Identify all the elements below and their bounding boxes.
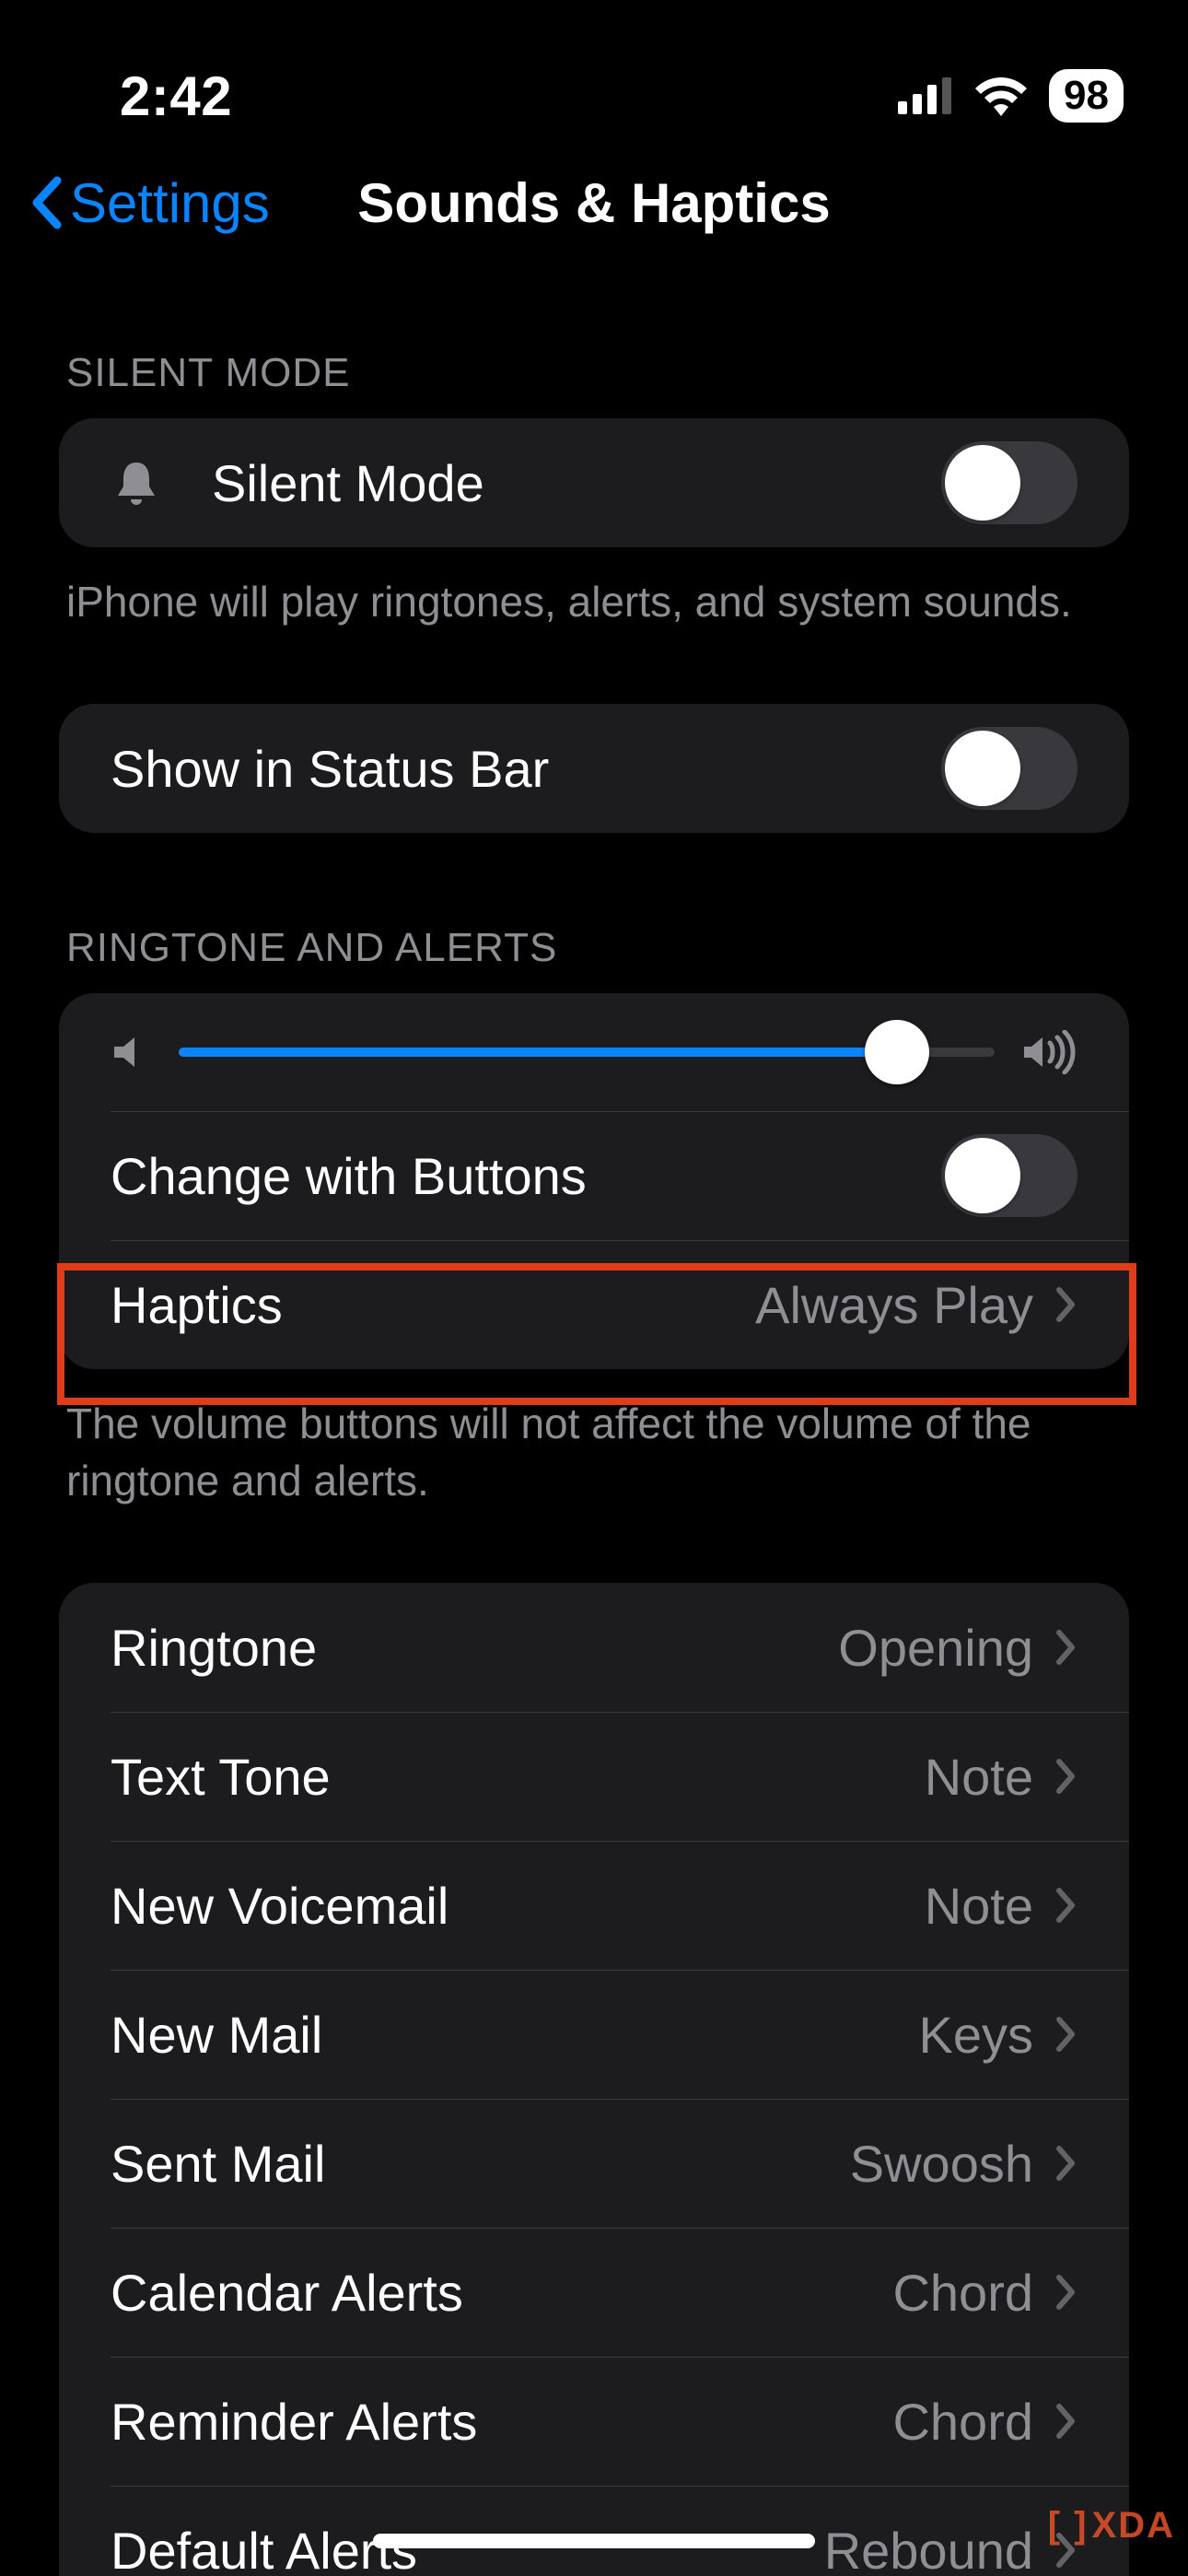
row-change-with-buttons[interactable]: Change with Buttons: [59, 1111, 1129, 1240]
chevron-right-icon: [1055, 1286, 1077, 1323]
chevron-right-icon: [1055, 1758, 1077, 1795]
chevron-left-icon: [29, 175, 66, 230]
haptics-label: Haptics: [111, 1275, 755, 1335]
change-buttons-toggle[interactable]: [941, 1134, 1077, 1217]
group-ringtone: Change with Buttons Haptics Always Play: [59, 993, 1129, 1369]
back-button[interactable]: Settings: [29, 171, 270, 235]
row-show-statusbar[interactable]: Show in Status Bar: [59, 704, 1129, 833]
show-statusbar-label: Show in Status Bar: [111, 739, 941, 799]
status-bar: 2:42 98: [0, 0, 1188, 147]
sound-label: New Voicemail: [111, 1876, 925, 1936]
chevron-right-icon: [1055, 2403, 1077, 2440]
row-sound-text-tone[interactable]: Text ToneNote: [59, 1712, 1129, 1841]
status-icons: 98: [898, 69, 1124, 123]
volume-high-icon: [1022, 1030, 1077, 1074]
row-sound-new-voicemail[interactable]: New VoicemailNote: [59, 1841, 1129, 1970]
wifi-icon: [973, 76, 1029, 116]
group-silent: Silent Mode: [59, 418, 1129, 547]
chevron-right-icon: [1055, 1887, 1077, 1924]
volume-slider[interactable]: [179, 1030, 995, 1074]
sound-label: Sent Mail: [111, 2134, 850, 2194]
row-sound-reminder-alerts[interactable]: Reminder AlertsChord: [59, 2357, 1129, 2486]
chevron-right-icon: [1055, 1629, 1077, 1666]
chevron-right-icon: [1055, 2145, 1077, 2182]
sound-label: New Mail: [111, 2005, 919, 2065]
row-silent-mode[interactable]: Silent Mode: [59, 418, 1129, 547]
silent-mode-toggle[interactable]: [941, 441, 1077, 524]
section-header-ringtone: RINGTONE AND ALERTS: [59, 833, 1129, 993]
home-indicator: [373, 2534, 815, 2548]
group-statusbar: Show in Status Bar: [59, 704, 1129, 833]
row-haptics[interactable]: Haptics Always Play: [59, 1240, 1129, 1369]
sound-value: Rebound: [824, 2521, 1033, 2576]
sound-value: Note: [925, 1876, 1033, 1936]
sound-value: Note: [925, 1747, 1033, 1807]
row-sound-ringtone[interactable]: RingtoneOpening: [59, 1583, 1129, 1712]
silent-mode-label: Silent Mode: [212, 453, 941, 513]
cellular-icon: [898, 77, 953, 114]
show-statusbar-toggle[interactable]: [941, 727, 1077, 810]
battery-indicator: 98: [1049, 69, 1124, 123]
group-sounds: RingtoneOpeningText ToneNoteNew Voicemai…: [59, 1583, 1129, 2576]
chevron-right-icon: [1055, 2016, 1077, 2053]
status-time: 2:42: [64, 64, 232, 128]
sound-label: Ringtone: [111, 1618, 838, 1678]
row-sound-default-alerts[interactable]: Default AlertsRebound: [59, 2486, 1129, 2576]
nav-bar: Settings Sounds & Haptics: [0, 147, 1188, 258]
row-sound-new-mail[interactable]: New MailKeys: [59, 1970, 1129, 2099]
sound-label: Text Tone: [111, 1747, 925, 1807]
sound-label: Calendar Alerts: [111, 2263, 892, 2323]
sound-value: Chord: [892, 2392, 1033, 2452]
page-title: Sounds & Haptics: [357, 171, 830, 235]
bell-icon: [111, 457, 184, 509]
chevron-right-icon: [1055, 2274, 1077, 2311]
sound-value: Swoosh: [850, 2134, 1033, 2194]
sound-label: Reminder Alerts: [111, 2392, 892, 2452]
watermark: [ ]XDA: [1048, 2505, 1175, 2547]
silent-footer: iPhone will play ringtones, alerts, and …: [59, 547, 1129, 630]
row-volume-slider[interactable]: [59, 993, 1129, 1111]
change-buttons-label: Change with Buttons: [111, 1146, 941, 1206]
ringtone-footer: The volume buttons will not affect the v…: [59, 1369, 1129, 1509]
haptics-value: Always Play: [755, 1275, 1033, 1335]
back-label: Settings: [70, 171, 270, 235]
row-sound-calendar-alerts[interactable]: Calendar AlertsChord: [59, 2228, 1129, 2357]
volume-low-icon: [111, 1032, 151, 1072]
row-sound-sent-mail[interactable]: Sent MailSwoosh: [59, 2099, 1129, 2228]
sound-value: Opening: [838, 1618, 1033, 1678]
sound-value: Keys: [919, 2005, 1034, 2065]
sound-value: Chord: [892, 2263, 1033, 2323]
section-header-silent: SILENT MODE: [59, 258, 1129, 418]
